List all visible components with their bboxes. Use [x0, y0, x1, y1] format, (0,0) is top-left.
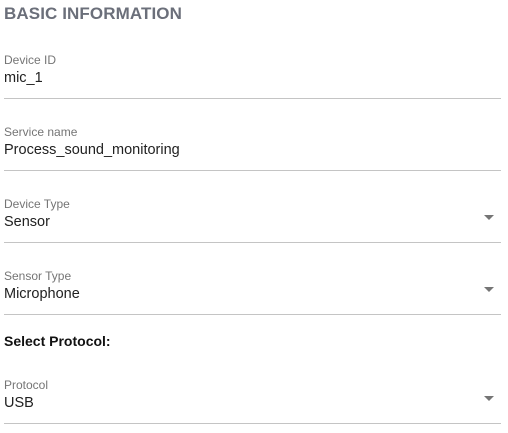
dropdown-arrow-icon[interactable] [484, 215, 494, 220]
device-id-field[interactable]: Device ID mic_1 [4, 53, 501, 99]
device-id-value[interactable]: mic_1 [4, 69, 43, 87]
device-id-label: Device ID [4, 53, 57, 67]
service-name-field[interactable]: Service name Process_sound_monitoring [4, 125, 501, 171]
protocol-value[interactable]: USB [4, 394, 34, 412]
section-title: BASIC INFORMATION [4, 4, 182, 23]
device-type-value[interactable]: Sensor [4, 213, 50, 231]
device-type-label: Device Type [4, 197, 70, 211]
service-name-label: Service name [4, 125, 78, 139]
protocol-label: Protocol [4, 378, 49, 392]
sensor-type-select[interactable]: Sensor Type Microphone [4, 269, 501, 315]
dropdown-arrow-icon[interactable] [484, 396, 494, 401]
protocol-select[interactable]: Protocol USB [4, 378, 501, 424]
select-protocol-heading: Select Protocol: [4, 333, 111, 349]
sensor-type-label: Sensor Type [4, 269, 72, 283]
service-name-value[interactable]: Process_sound_monitoring [4, 141, 180, 159]
dropdown-arrow-icon[interactable] [484, 287, 494, 292]
device-type-select[interactable]: Device Type Sensor [4, 197, 501, 243]
sensor-type-value[interactable]: Microphone [4, 285, 80, 303]
